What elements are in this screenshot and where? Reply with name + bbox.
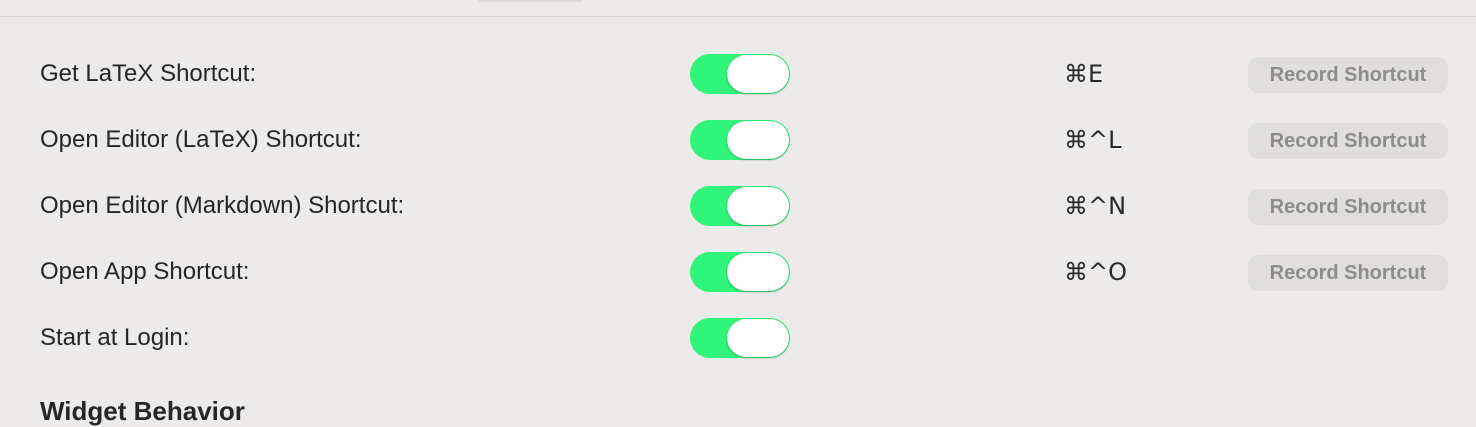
settings-row-start-at-login: Start at Login: xyxy=(0,316,1476,360)
row-label: Open Editor (Markdown) Shortcut: xyxy=(40,192,405,219)
row-label: Open App Shortcut: xyxy=(40,258,250,285)
settings-row-get-latex: Get LaTeX Shortcut: ⌘E Record Shortcut xyxy=(0,52,1476,96)
settings-row-open-editor-markdown: Open Editor (Markdown) Shortcut: ⌘^N Rec… xyxy=(0,184,1476,228)
toggle-knob xyxy=(727,253,789,291)
record-shortcut-button[interactable]: Record Shortcut xyxy=(1248,123,1448,159)
shortcut-display: ⌘E xyxy=(1064,60,1104,88)
row-label: Get LaTeX Shortcut: xyxy=(40,60,257,87)
shortcut-display: ⌘^L xyxy=(1064,126,1122,154)
toggle-knob xyxy=(727,121,789,159)
open-app-toggle[interactable] xyxy=(690,252,790,292)
get-latex-toggle[interactable] xyxy=(690,54,790,94)
record-shortcut-button[interactable]: Record Shortcut xyxy=(1248,189,1448,225)
open-editor-markdown-toggle[interactable] xyxy=(690,186,790,226)
record-shortcut-button[interactable]: Record Shortcut xyxy=(1248,255,1448,291)
shortcut-display: ⌘^O xyxy=(1064,258,1127,286)
start-at-login-toggle[interactable] xyxy=(690,318,790,358)
window-top-bar xyxy=(0,0,1476,17)
settings-row-open-editor-latex: Open Editor (LaTeX) Shortcut: ⌘^L Record… xyxy=(0,118,1476,162)
section-title-widget-behavior: Widget Behavior xyxy=(40,396,245,426)
toolbar-tab-edge[interactable] xyxy=(478,0,582,2)
row-label: Start at Login: xyxy=(40,324,190,351)
row-label: Open Editor (LaTeX) Shortcut: xyxy=(40,126,362,153)
toggle-knob xyxy=(727,319,789,357)
toggle-knob xyxy=(727,55,789,93)
shortcut-display: ⌘^N xyxy=(1064,192,1127,220)
settings-row-open-app: Open App Shortcut: ⌘^O Record Shortcut xyxy=(0,250,1476,294)
toggle-knob xyxy=(727,187,789,225)
open-editor-latex-toggle[interactable] xyxy=(690,120,790,160)
record-shortcut-button[interactable]: Record Shortcut xyxy=(1248,57,1448,93)
